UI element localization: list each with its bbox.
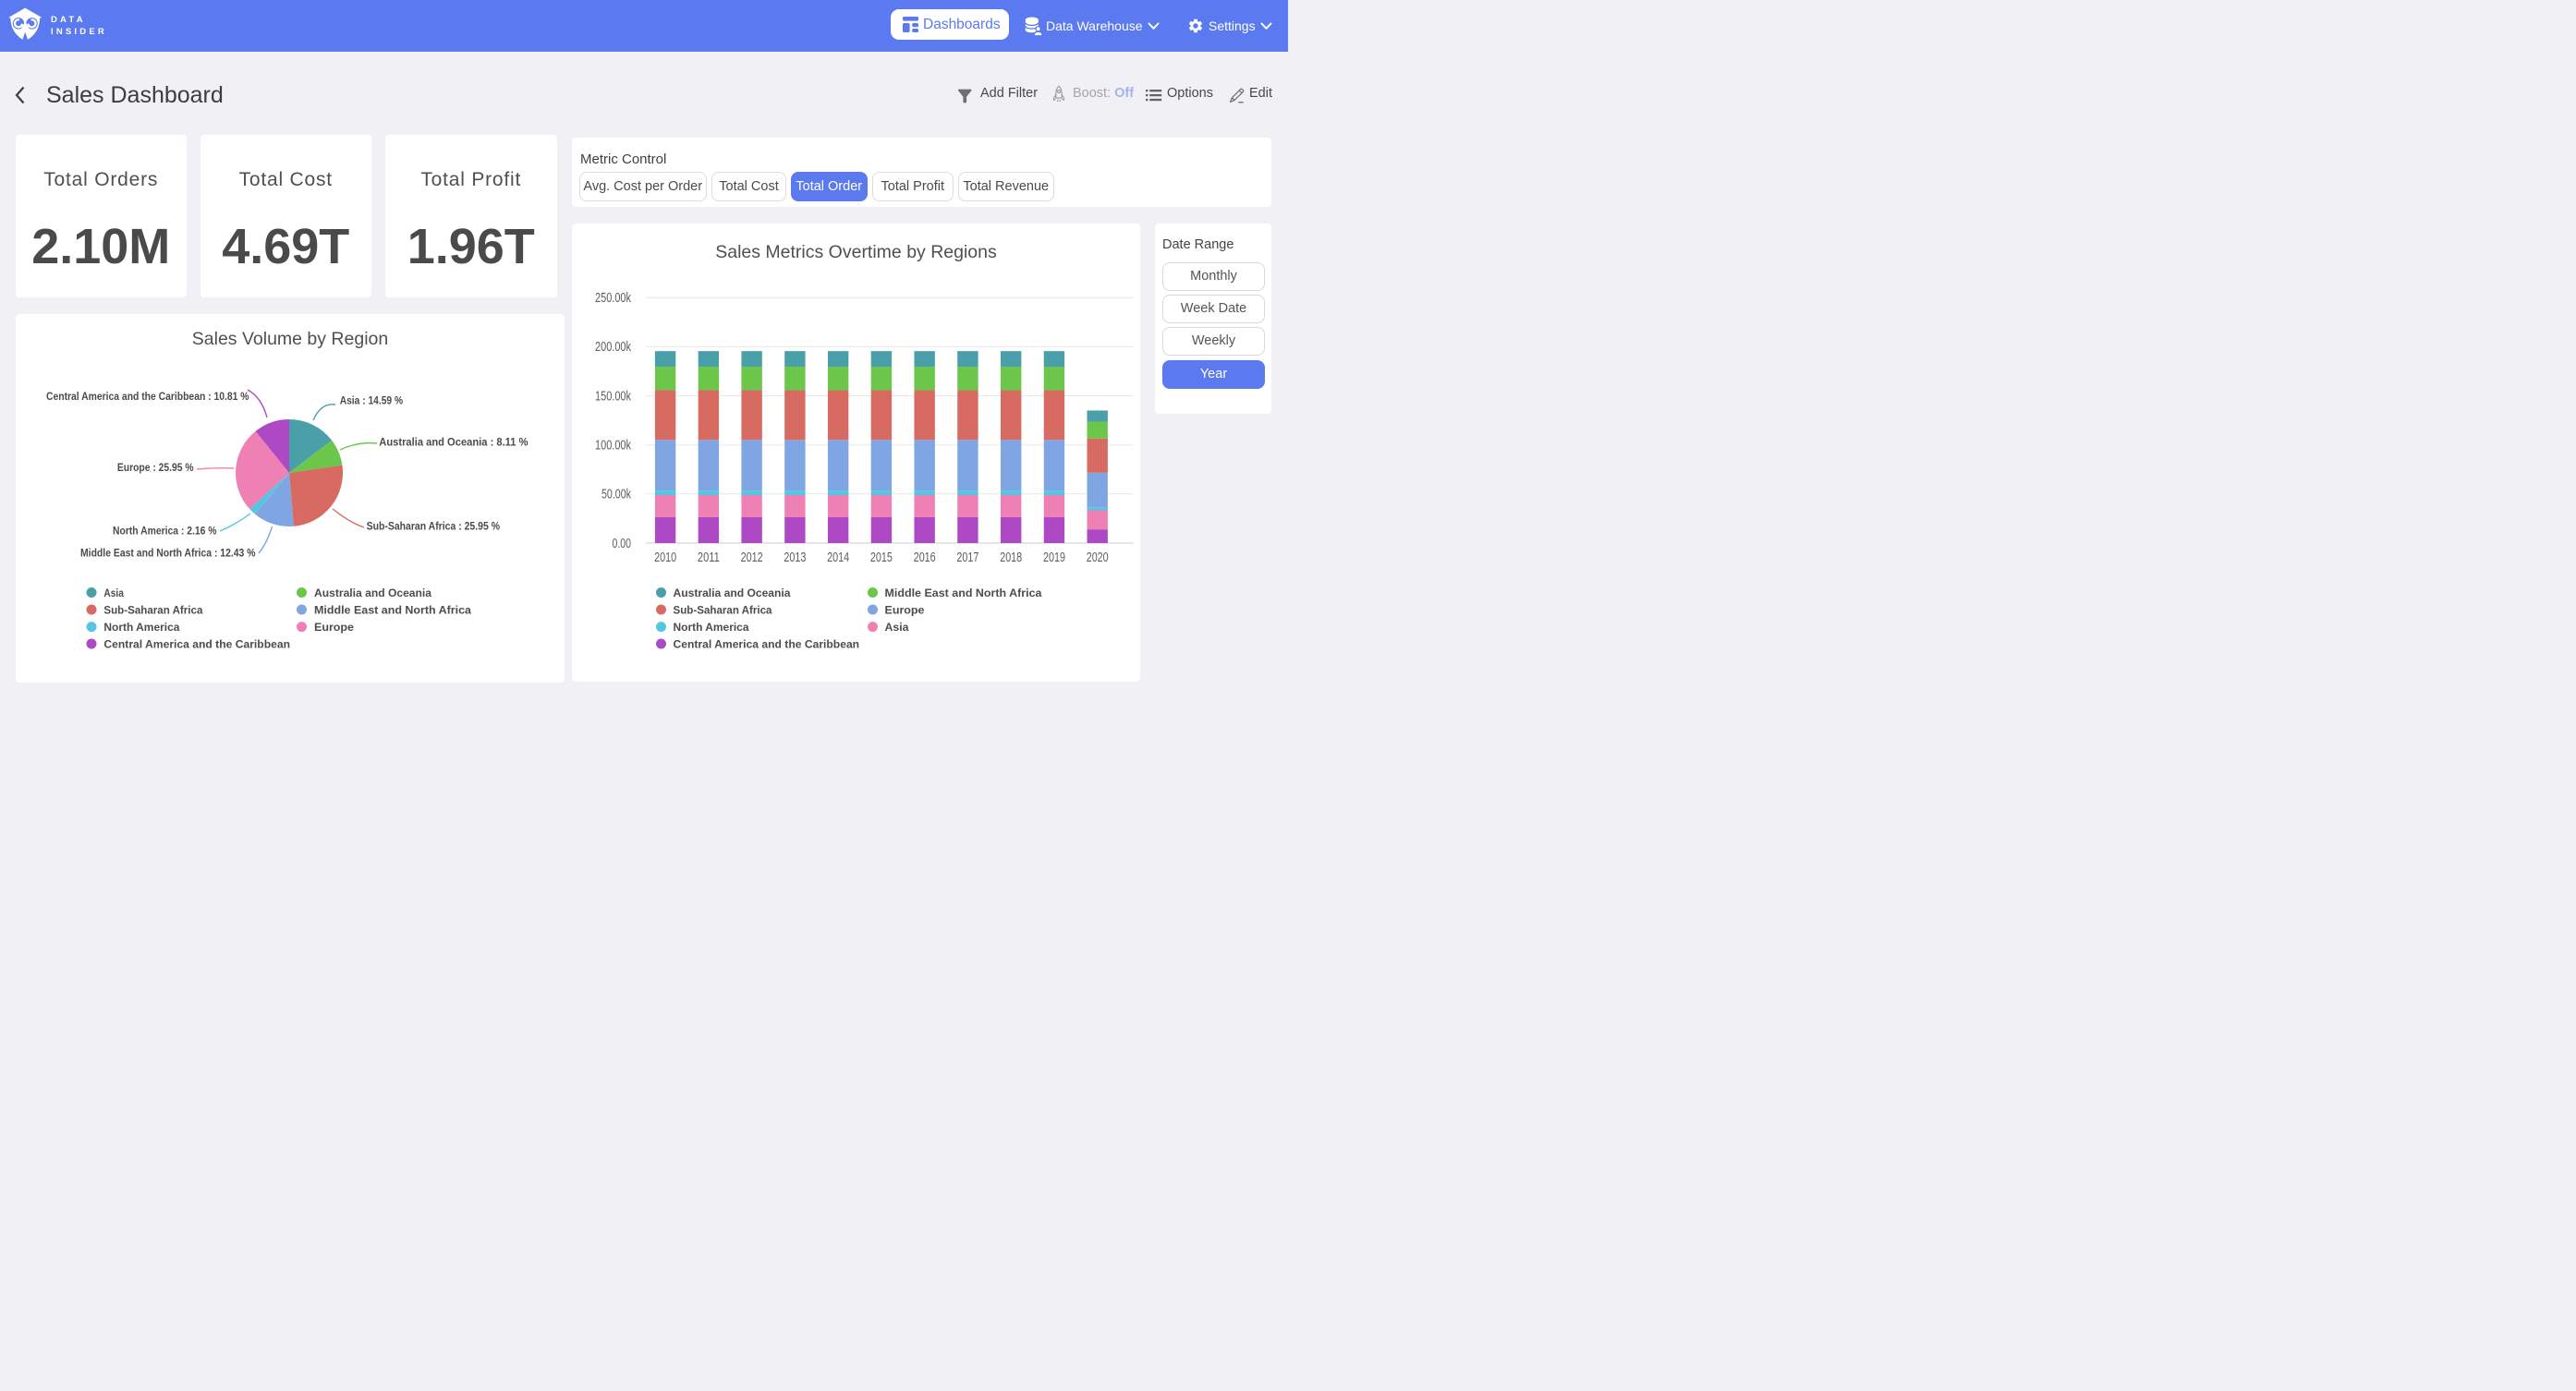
- svg-text:Sub-Saharan Africa: Sub-Saharan Africa: [103, 603, 202, 616]
- svg-text:0.00: 0.00: [613, 537, 632, 551]
- svg-text:Central America and the Caribb: Central America and the Caribbean: [103, 637, 290, 650]
- svg-text:Sub-Saharan Africa : 25.95 %: Sub-Saharan Africa : 25.95 %: [367, 519, 501, 532]
- svg-text:2020: 2020: [1087, 550, 1109, 565]
- svg-text:Asia: Asia: [885, 621, 909, 634]
- svg-text:2013: 2013: [784, 550, 806, 565]
- svg-text:Asia: Asia: [103, 587, 124, 599]
- svg-text:Central America and the Caribb: Central America and the Caribbean : 10.8…: [46, 390, 249, 403]
- svg-text:150.00k: 150.00k: [595, 389, 632, 404]
- svg-text:200.00k: 200.00k: [595, 340, 632, 355]
- svg-text:2012: 2012: [741, 550, 763, 565]
- svg-text:250.00k: 250.00k: [595, 291, 632, 306]
- svg-text:North America: North America: [103, 621, 179, 634]
- svg-text:North America: North America: [674, 621, 749, 634]
- svg-text:2018: 2018: [1000, 550, 1022, 565]
- svg-text:2011: 2011: [698, 550, 720, 565]
- svg-text:Sub-Saharan Africa: Sub-Saharan Africa: [674, 603, 772, 616]
- svg-text:2017: 2017: [956, 550, 978, 565]
- svg-text:Central America and the Caribb: Central America and the Caribbean: [674, 637, 860, 650]
- svg-text:2010: 2010: [654, 550, 676, 565]
- svg-text:2019: 2019: [1043, 550, 1065, 565]
- svg-text:2016: 2016: [914, 550, 936, 565]
- svg-text:Australia and Oceania: Australia and Oceania: [674, 587, 791, 599]
- svg-text:Middle East and North Africa: Middle East and North Africa: [885, 587, 1042, 599]
- svg-text:Europe: Europe: [885, 603, 925, 616]
- svg-text:50.00k: 50.00k: [601, 488, 632, 502]
- svg-text:Europe: Europe: [314, 621, 354, 634]
- svg-text:Middle East and North Africa :: Middle East and North Africa : 12.43 %: [80, 547, 256, 560]
- svg-text:North America : 2.16 %: North America : 2.16 %: [113, 525, 217, 538]
- svg-text:100.00k: 100.00k: [595, 439, 632, 454]
- svg-text:Middle East and North Africa: Middle East and North Africa: [314, 603, 471, 616]
- svg-text:Europe : 25.95 %: Europe : 25.95 %: [117, 461, 194, 474]
- svg-text:Asia : 14.59 %: Asia : 14.59 %: [340, 393, 404, 406]
- svg-text:2014: 2014: [827, 550, 849, 565]
- svg-text:2015: 2015: [870, 550, 893, 565]
- svg-text:Australia and Oceania: Australia and Oceania: [314, 587, 431, 599]
- svg-text:Australia and Oceania : 8.11 %: Australia and Oceania : 8.11 %: [379, 435, 528, 448]
